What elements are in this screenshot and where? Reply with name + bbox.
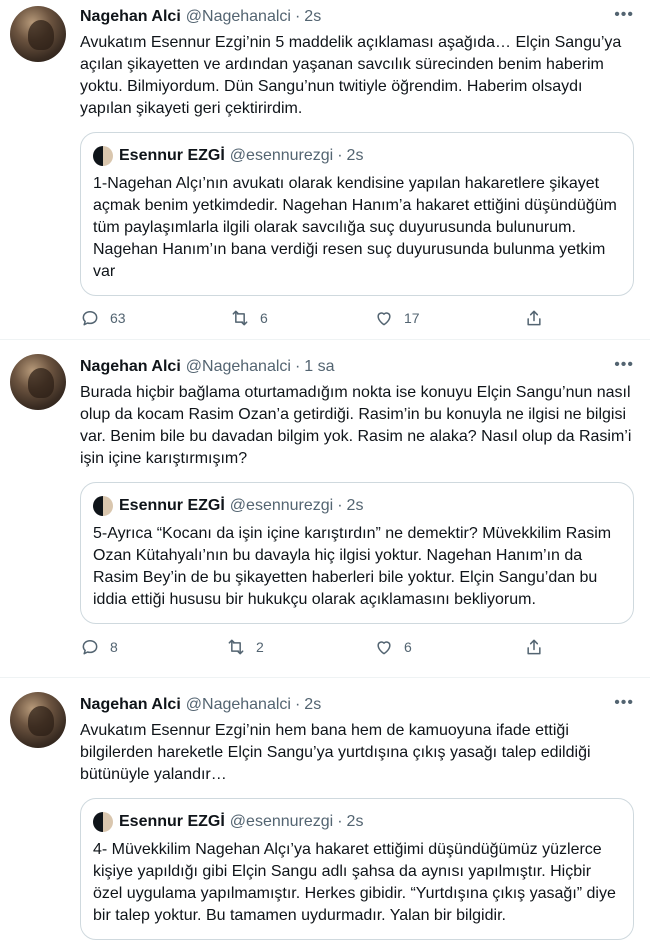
author-handle[interactable]: @Nagehanalci (186, 8, 291, 26)
like-button[interactable]: 6 (374, 637, 412, 657)
quote-author-name: Esennur EZGİ (119, 497, 225, 514)
tweet-actions: 63 6 17 (80, 307, 634, 329)
tweet-2[interactable]: Nagehan Alci @Nagehanalci · 1 sa ••• Bur… (0, 340, 650, 678)
avatar[interactable] (10, 6, 66, 62)
avatar[interactable] (10, 354, 66, 410)
quote-avatar (93, 496, 113, 516)
separator-dot: · (294, 696, 301, 713)
reply-count: 63 (110, 310, 126, 326)
quote-timestamp: 2s (346, 497, 364, 514)
retweet-button[interactable]: 6 (230, 308, 268, 328)
separator-dot: · (337, 147, 343, 164)
retweet-count: 6 (260, 310, 268, 326)
timestamp[interactable]: 2s (304, 8, 321, 26)
reply-icon (82, 640, 98, 655)
author-name[interactable]: Nagehan Alci (80, 358, 181, 376)
retweet-count: 2 (256, 639, 264, 655)
separator-dot: · (337, 813, 343, 830)
reply-icon (82, 311, 98, 326)
quote-timestamp: 2s (346, 813, 364, 830)
separator-dot: · (294, 358, 301, 375)
tweet-header: Nagehan Alci @Nagehanalci · 1 sa (80, 356, 634, 378)
more-icon[interactable]: ••• (614, 6, 634, 24)
tweet-3[interactable]: Nagehan Alci @Nagehanalci · 2s ••• Avuka… (0, 678, 650, 942)
quote-author-name: Esennur EZGİ (119, 813, 225, 830)
quote-timestamp: 2s (346, 147, 364, 164)
author-handle[interactable]: @Nagehanalci (186, 696, 291, 714)
quoted-tweet[interactable]: Esennur EZGİ @esennurezgi · 2s 5-Ayrıca … (80, 482, 634, 624)
more-icon[interactable]: ••• (614, 356, 634, 374)
share-button[interactable] (524, 308, 544, 328)
reply-count: 8 (110, 639, 118, 655)
timestamp[interactable]: 1 sa (304, 358, 334, 376)
tweet-text: Burada hiçbir bağlama oturtamadığım nokt… (80, 384, 636, 467)
timestamp[interactable]: 2s (304, 696, 321, 714)
retweet-button[interactable]: 2 (226, 637, 264, 657)
quoted-tweet[interactable]: Esennur EZGİ @esennurezgi · 2s 4- Müvekk… (80, 798, 634, 940)
reply-button[interactable]: 63 (80, 308, 126, 328)
tweet-text: Avukatım Esennur Ezgi’nin 5 maddelik açı… (80, 34, 626, 117)
share-button[interactable] (524, 637, 544, 657)
tweet-text: Avukatım Esennur Ezgi’nin hem bana hem d… (80, 722, 595, 783)
tweet-actions: 8 2 6 (80, 636, 634, 658)
quote-author-handle: @esennurezgi (229, 497, 334, 514)
like-icon (377, 312, 391, 326)
tweet-header: Nagehan Alci @Nagehanalci · 2s (80, 6, 634, 28)
like-button[interactable]: 17 (374, 308, 420, 328)
quote-text: 4- Müvekkilim Nagehan Alçı’ya hakaret et… (93, 841, 621, 924)
tweet-header: Nagehan Alci @Nagehanalci · 2s (80, 694, 634, 716)
separator-dot: · (294, 8, 301, 25)
quote-author-handle: @esennurezgi (229, 813, 334, 830)
separator-dot: · (337, 497, 343, 514)
like-icon (377, 641, 391, 655)
avatar[interactable] (10, 692, 66, 748)
quote-text: 5-Ayrıca “Kocanı da işin içine karıştırd… (93, 525, 616, 608)
author-handle[interactable]: @Nagehanalci (186, 358, 291, 376)
retweet-icon (232, 310, 248, 326)
author-name[interactable]: Nagehan Alci (80, 8, 181, 26)
reply-button[interactable]: 8 (80, 637, 118, 657)
share-icon (527, 310, 541, 326)
tweet-1[interactable]: Nagehan Alci @Nagehanalci · 2s ••• Avuka… (0, 0, 650, 340)
retweet-icon (228, 639, 244, 655)
quote-author-handle: @esennurezgi (229, 147, 334, 164)
like-count: 6 (404, 639, 412, 655)
author-name[interactable]: Nagehan Alci (80, 696, 181, 714)
quote-text: 1-Nagehan Alçı’nın avukatı olarak kendis… (93, 175, 622, 280)
more-icon[interactable]: ••• (614, 694, 634, 712)
like-count: 17 (404, 310, 420, 326)
quoted-tweet[interactable]: Esennur EZGİ @esennurezgi · 2s 1-Nagehan… (80, 132, 634, 296)
quote-avatar (93, 146, 113, 166)
quote-author-name: Esennur EZGİ (119, 147, 225, 164)
quote-avatar (93, 812, 113, 832)
share-icon (527, 639, 541, 655)
